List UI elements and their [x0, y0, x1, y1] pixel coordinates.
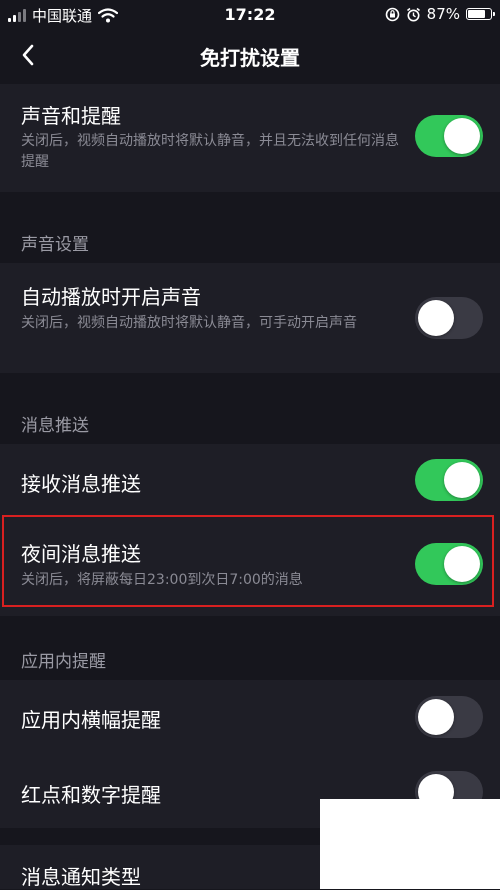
- status-right: 87%: [385, 5, 495, 23]
- setting-row-receive-push: 接收消息推送: [0, 444, 500, 516]
- toggle-knob: [418, 300, 454, 336]
- setting-row-in-app-banner: 应用内横幅提醒: [0, 680, 500, 754]
- setting-row-sound-reminder: 声音和提醒 关闭后，视频自动播放时将默认静音，并且无法收到任何消息提醒: [0, 84, 500, 192]
- setting-row-night-push: 夜间消息推送 关闭后，将屏蔽每日23:00到次日7:00的消息: [0, 516, 500, 616]
- toggle-knob: [444, 546, 480, 582]
- section-header-sound-settings: 声音设置: [21, 235, 89, 255]
- setting-row-autoplay-sound: 自动播放时开启声音 关闭后，视频自动播放时将默认静音，可手动开启声音: [0, 263, 500, 373]
- row-description: 关闭后，视频自动播放时将默认静音，并且无法收到任何消息提醒: [21, 133, 399, 170]
- sound-settings-card: 自动播放时开启声音 关闭后，视频自动播放时将默认静音，可手动开启声音: [0, 263, 500, 373]
- battery-icon: [466, 8, 495, 20]
- row-title: 消息通知类型: [21, 865, 141, 889]
- section-header-in-app: 应用内提醒: [21, 652, 106, 672]
- rotation-lock-icon: [385, 7, 399, 21]
- toggle-knob: [444, 118, 480, 154]
- row-title: 声音和提醒: [21, 104, 121, 128]
- row-title: 应用内横幅提醒: [21, 708, 161, 732]
- battery-fill: [468, 10, 486, 18]
- push-card: 接收消息推送 夜间消息推送 关闭后，将屏蔽每日23:00到次日7:00的消息: [0, 444, 500, 616]
- overlay-block: [320, 799, 500, 889]
- row-title: 夜间消息推送: [21, 542, 141, 566]
- toggle-knob: [418, 699, 454, 735]
- alarm-icon: [406, 7, 420, 21]
- battery-percent: 87%: [426, 5, 460, 23]
- sound-reminder-toggle[interactable]: [415, 115, 483, 157]
- row-title: 自动播放时开启声音: [21, 285, 201, 309]
- nav-bar: 免打扰设置: [0, 30, 500, 80]
- toggle-knob: [444, 462, 480, 498]
- sound-reminder-card: 声音和提醒 关闭后，视频自动播放时将默认静音，并且无法收到任何消息提醒: [0, 84, 500, 192]
- autoplay-sound-toggle[interactable]: [415, 297, 483, 339]
- in-app-banner-toggle[interactable]: [415, 696, 483, 738]
- row-description: 关闭后，将屏蔽每日23:00到次日7:00的消息: [21, 572, 303, 588]
- night-push-toggle[interactable]: [415, 543, 483, 585]
- row-title: 接收消息推送: [21, 472, 141, 496]
- row-description: 关闭后，视频自动播放时将默认静音，可手动开启声音: [21, 315, 357, 331]
- receive-push-toggle[interactable]: [415, 459, 483, 501]
- row-title: 红点和数字提醒: [21, 783, 161, 807]
- page-title: 免打扰设置: [200, 46, 300, 70]
- status-bar: 中国联通 17:22 87%: [0, 0, 500, 30]
- section-header-push: 消息推送: [21, 416, 89, 436]
